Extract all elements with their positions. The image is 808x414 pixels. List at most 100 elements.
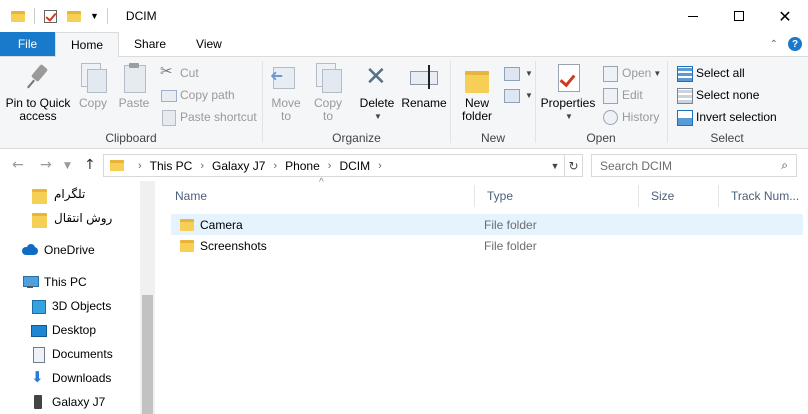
open-label: Open: [622, 66, 652, 80]
nav-item-transfer-method[interactable]: روش انتقال: [32, 207, 112, 229]
nav-item-telegram[interactable]: تلگرام: [32, 183, 85, 205]
scrollbar-thumb[interactable]: [142, 295, 153, 414]
easy-access-dropdown-icon: ▼: [525, 90, 533, 100]
window-title: DCIM: [125, 9, 157, 23]
tab-file[interactable]: File: [0, 32, 55, 56]
move-to-label-line2: to: [280, 109, 291, 123]
close-button[interactable]: ✕: [762, 0, 808, 32]
list-item[interactable]: Screenshots File folder: [171, 235, 803, 256]
nav-item-label: 3D Objects: [52, 299, 112, 313]
nav-item-galaxy-j7[interactable]: Galaxy J7: [30, 391, 105, 413]
move-to-button[interactable]: Move to: [269, 61, 303, 123]
up-arrow-icon[interactable]: ↑: [84, 157, 96, 173]
new-folder-icon[interactable]: [67, 10, 81, 22]
properties-dropdown-icon: ▼: [565, 112, 573, 121]
nav-pane-scrollbar[interactable]: [140, 181, 155, 414]
copy-to-button[interactable]: Copy to: [311, 61, 345, 123]
open-button[interactable]: Open ▼: [602, 63, 661, 83]
refresh-icon[interactable]: ↻: [564, 155, 582, 176]
breadcrumb-galaxy-j7[interactable]: Galaxy J7: [212, 159, 265, 173]
back-arrow-icon[interactable]: ←: [12, 157, 24, 173]
file-name-cell: Camera: [180, 214, 243, 235]
nav-item-3d-objects[interactable]: 3D Objects: [30, 295, 111, 317]
forward-arrow-icon[interactable]: →: [40, 157, 52, 173]
properties-label: Properties: [540, 96, 596, 110]
easy-access-button[interactable]: ▼: [503, 85, 533, 105]
nav-item-downloads[interactable]: Downloads: [30, 367, 111, 389]
new-folder-button[interactable]: New folder: [457, 61, 497, 123]
ribbon-options: ⌃ ?: [770, 37, 802, 51]
scissors-icon: [160, 62, 176, 81]
quick-access-toolbar: ▼: [6, 0, 112, 32]
column-header-type[interactable]: Type: [475, 185, 639, 207]
breadcrumb-separator[interactable]: ›: [378, 160, 382, 172]
paste-icon: [118, 61, 150, 93]
delete-dropdown-icon: ▼: [374, 112, 382, 121]
select-group-label: Select: [710, 131, 744, 145]
search-placeholder: Search DCIM: [600, 158, 673, 173]
pin-to-quick-access-button[interactable]: Pin to Quick access: [4, 61, 72, 123]
cut-button[interactable]: Cut: [160, 62, 199, 83]
select-all-icon: [676, 65, 693, 82]
column-header-size[interactable]: Size: [639, 185, 719, 207]
pin-icon: [22, 61, 54, 93]
paste-label: Paste: [118, 96, 150, 110]
select-none-label: Select none: [696, 88, 760, 102]
nav-item-label: Desktop: [52, 323, 97, 337]
collapse-ribbon-icon[interactable]: ⌃: [770, 39, 778, 50]
address-history-dropdown-icon[interactable]: ▼: [546, 161, 564, 171]
delete-button[interactable]: Delete ▼: [359, 61, 395, 123]
paste-shortcut-icon: [160, 109, 176, 126]
tab-view[interactable]: View: [181, 32, 237, 56]
tab-share[interactable]: Share: [119, 32, 181, 56]
paste-shortcut-button[interactable]: Paste shortcut: [160, 107, 257, 127]
select-all-label: Select all: [696, 66, 745, 80]
invert-selection-button[interactable]: Invert selection: [676, 107, 777, 127]
paste-button[interactable]: Paste: [116, 61, 152, 110]
properties-icon[interactable]: [44, 9, 57, 23]
rename-button[interactable]: Rename: [401, 61, 447, 110]
history-icon: [602, 109, 618, 125]
breadcrumb-separator[interactable]: ›: [273, 160, 277, 172]
title-bar: ▼ DCIM ✕: [0, 0, 808, 32]
nav-item-documents[interactable]: Documents: [30, 343, 113, 365]
customize-toolbar-dropdown-icon[interactable]: ▼: [90, 11, 99, 21]
breadcrumb-dcim[interactable]: DCIM: [339, 159, 370, 173]
maximize-button[interactable]: [716, 0, 762, 32]
nav-item-this-pc[interactable]: This PC: [22, 271, 87, 293]
breadcrumb-separator[interactable]: ›: [200, 160, 204, 172]
select-all-button[interactable]: Select all: [676, 63, 745, 83]
search-input[interactable]: Search DCIM ⌕: [591, 154, 797, 177]
copy-label: Copy: [78, 96, 107, 110]
address-bar[interactable]: › This PC › Galaxy J7 › Phone › DCIM › ▼…: [103, 154, 583, 177]
history-button[interactable]: History: [602, 107, 659, 127]
navigation-pane: تلگرام روش انتقال OneDrive This PC 3D Ob…: [0, 181, 155, 414]
nav-item-desktop[interactable]: Desktop: [30, 319, 96, 341]
copy-button[interactable]: Copy: [76, 61, 110, 110]
edit-button[interactable]: Edit: [602, 85, 643, 105]
invert-selection-label: Invert selection: [696, 110, 777, 124]
select-none-button[interactable]: Select none: [676, 85, 759, 105]
column-header-name[interactable]: Name: [163, 185, 475, 207]
help-icon[interactable]: ?: [788, 37, 802, 51]
column-header-track-number[interactable]: Track Num...: [719, 185, 803, 207]
breadcrumb-this-pc[interactable]: This PC: [150, 159, 193, 173]
folder-icon: [180, 239, 194, 252]
minimize-button[interactable]: [670, 0, 716, 32]
nav-item-label: Downloads: [52, 371, 112, 385]
list-item[interactable]: Camera File folder: [171, 214, 803, 235]
copy-to-icon: [312, 61, 344, 93]
file-name-cell: Screenshots: [180, 235, 267, 256]
properties-button[interactable]: Properties ▼: [540, 61, 596, 123]
new-item-button[interactable]: ▼: [503, 63, 533, 83]
open-dropdown-icon: ▼: [653, 68, 662, 78]
minimize-icon: [688, 15, 698, 17]
folder-icon[interactable]: [11, 10, 25, 22]
recent-locations-icon[interactable]: ▼: [64, 161, 71, 171]
nav-item-onedrive[interactable]: OneDrive: [22, 239, 95, 261]
tab-home[interactable]: Home: [55, 32, 120, 57]
breadcrumb-phone[interactable]: Phone: [285, 159, 320, 173]
copy-path-button[interactable]: Copy path: [160, 85, 235, 105]
clipboard-group: Pin to Quick access Copy Paste Cut Copy …: [0, 59, 262, 147]
breadcrumb-separator[interactable]: ›: [328, 160, 332, 172]
